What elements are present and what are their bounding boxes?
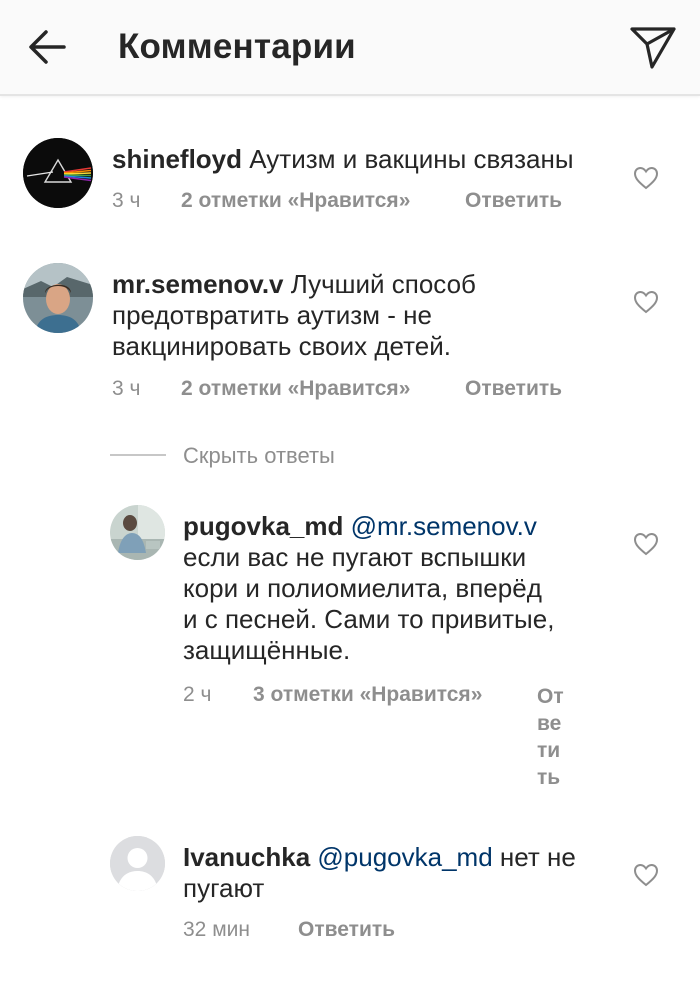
reply-text-part: ти <box>537 739 561 762</box>
reply-button[interactable]: Ответить <box>465 377 562 401</box>
comment-body: shinefloyd Аутизм и вакцины связаны <box>112 144 612 175</box>
top-app-bar: Комментарии <box>0 0 700 96</box>
page-title: Комментарии <box>118 27 356 66</box>
comment-text-line: и с песней. Сами то привитые, <box>183 604 555 634</box>
comment-time: 3 ч <box>112 189 141 212</box>
heart-icon[interactable] <box>633 166 659 190</box>
reply-button[interactable]: От ве ти ть <box>537 683 564 791</box>
likes-count-link[interactable]: 2 отметки «Нравится» <box>181 377 410 401</box>
comment-time: 2 ч <box>183 683 212 706</box>
comment-body: mr.semenov.v Лучший способ предотвратить… <box>112 269 612 362</box>
comment-body: pugovka_md @mr.semenov.v если вас не пуг… <box>183 511 603 666</box>
reply-button[interactable]: Ответить <box>465 189 562 213</box>
share-button[interactable] <box>628 24 678 70</box>
reply-button[interactable]: Ответить <box>298 918 395 942</box>
reply-text-part: ть <box>537 766 561 789</box>
comment-text-line: защищённые. <box>183 635 351 665</box>
avatar[interactable] <box>110 505 165 560</box>
reply-text-part: От <box>537 685 564 708</box>
mention-link[interactable]: @mr.semenov.v <box>351 511 537 541</box>
back-button[interactable] <box>26 26 68 68</box>
hide-replies-button[interactable]: Скрыть ответы <box>183 443 335 469</box>
comment-username[interactable]: pugovka_md <box>183 511 343 541</box>
mention-link[interactable]: @pugovka_md <box>317 842 492 872</box>
prism-album-avatar <box>23 138 93 208</box>
comment-username[interactable]: shinefloyd <box>112 144 242 174</box>
comment-text: Аутизм и вакцины связаны <box>242 144 574 174</box>
comment-text-line: вакцинировать своих детей. <box>112 331 451 361</box>
man-photo-avatar <box>23 263 93 333</box>
heart-icon[interactable] <box>633 863 659 887</box>
person-photo-avatar <box>110 505 165 560</box>
paper-plane-icon <box>630 27 676 69</box>
comment-body: Ivanuchka @pugovka_md нет не пугают <box>183 842 603 904</box>
replies-divider <box>110 454 166 456</box>
comment-text-line: если вас не пугают вспышки <box>183 542 527 572</box>
comment-text-line: пугают <box>183 873 265 903</box>
avatar[interactable] <box>23 138 93 208</box>
likes-count-link[interactable]: 3 отметки «Нравится» <box>253 683 482 707</box>
comment-time: 3 ч <box>112 377 141 400</box>
arrow-left-icon <box>29 30 66 64</box>
comment-text-line: Лучший способ <box>283 269 476 299</box>
heart-icon[interactable] <box>633 532 659 556</box>
comment-text-line: кори и полиомиелита, вперёд <box>183 573 542 603</box>
reply-text-part: ве <box>537 712 562 735</box>
likes-count-link[interactable]: 2 отметки «Нравится» <box>181 189 410 213</box>
comment-text-line: предотвратить аутизм - не <box>112 300 432 330</box>
heart-icon[interactable] <box>633 290 659 314</box>
comment-username[interactable]: Ivanuchka <box>183 842 310 872</box>
avatar[interactable] <box>110 836 165 891</box>
comment-time: 32 мин <box>183 918 250 941</box>
avatar[interactable] <box>23 263 93 333</box>
comment-text-line: нет не <box>492 842 576 872</box>
default-user-avatar <box>110 836 165 891</box>
comment-username[interactable]: mr.semenov.v <box>112 269 284 299</box>
